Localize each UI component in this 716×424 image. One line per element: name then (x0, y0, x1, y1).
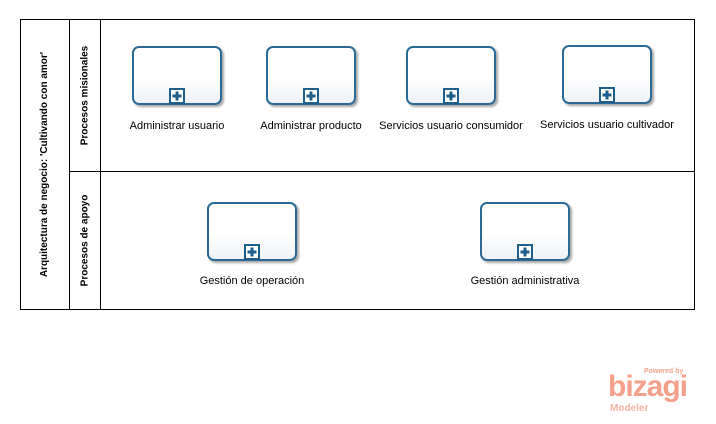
plus-icon (169, 88, 185, 104)
plus-icon (443, 88, 459, 104)
task-gestion-administrativa[interactable] (480, 202, 570, 261)
plus-icon (599, 87, 615, 103)
lane-procesos-de-apoyo[interactable]: Procesos de apoyo Gestión de operación G… (70, 172, 694, 309)
plus-icon (517, 244, 533, 260)
task-label: Servicios usuario cultivador (540, 119, 674, 131)
bizagi-logo: Powered by bizagi Modeler (606, 368, 698, 416)
logo-brand: bizagi (608, 370, 688, 403)
lane-label: Procesos misionales (79, 45, 91, 146)
task-label: Gestión administrativa (470, 275, 580, 287)
task-gestion-de-operacion[interactable] (207, 202, 297, 261)
plus-icon (244, 244, 260, 260)
pool-label: Arquitectura de negocio: 'Cultivando con… (39, 51, 51, 278)
lane-procesos-misionales[interactable]: Procesos misionales Administrar usuario … (70, 20, 694, 172)
pool-header: Arquitectura de negocio: 'Cultivando con… (21, 20, 70, 309)
task-label: Administrar usuario (129, 120, 225, 132)
task-label: Administrar producto (260, 120, 362, 132)
lane-header: Procesos de apoyo (70, 172, 101, 309)
lane-label: Procesos de apoyo (79, 194, 91, 287)
task-servicios-usuario-cultivador[interactable] (562, 45, 652, 104)
task-label: Gestión de operación (199, 275, 305, 287)
task-administrar-producto[interactable] (266, 46, 356, 105)
plus-icon (303, 88, 319, 104)
task-administrar-usuario[interactable] (132, 46, 222, 105)
task-servicios-usuario-consumidor[interactable] (406, 46, 496, 105)
task-label: Servicios usuario consumidor (379, 120, 523, 132)
pool[interactable]: Arquitectura de negocio: 'Cultivando con… (20, 19, 695, 310)
lane-header: Procesos misionales (70, 20, 101, 171)
logo-product: Modeler (610, 403, 649, 414)
